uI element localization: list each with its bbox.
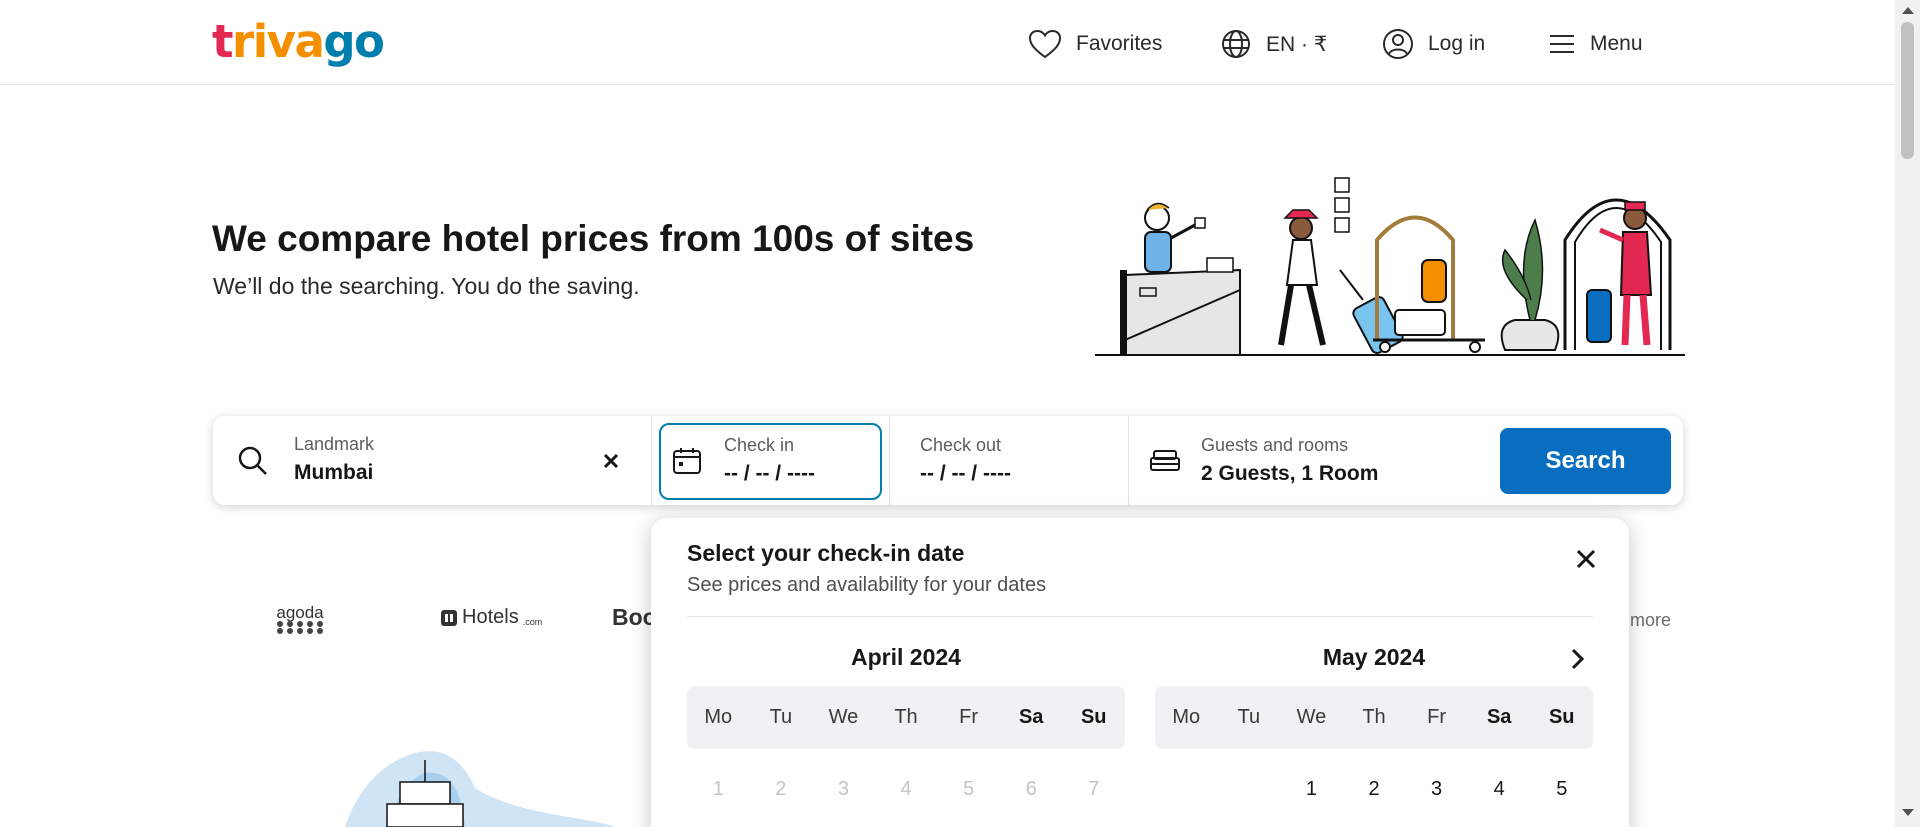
day-cell: 7 — [1088, 778, 1100, 800]
hotel-search-bar: Landmark Mumbai Check in -- / -- / ---- … — [213, 416, 1683, 505]
day-cell: 3 — [837, 778, 849, 800]
partner-logo-hotels-com: Hotels .com — [440, 606, 542, 629]
checkout-field[interactable]: Check out -- / -- / ---- — [890, 416, 1120, 505]
bed-icon — [1150, 450, 1180, 471]
login-button[interactable]: Log in — [1382, 24, 1485, 64]
user-icon — [1383, 29, 1413, 59]
guests-rooms-value: 2 Guests, 1 Room — [1201, 462, 1379, 485]
guests-rooms-label: Guests and rooms — [1201, 435, 1349, 455]
calendar-icon — [673, 448, 701, 474]
clear-destination-icon[interactable] — [602, 452, 620, 470]
destination-field[interactable]: Landmark Mumbai — [213, 416, 651, 505]
hotels-com-icon — [441, 609, 457, 626]
day-row: 1 2 3 4 5 6 7 — [687, 769, 1125, 809]
globe-icon — [1222, 30, 1250, 58]
guests-rooms-field[interactable]: Guests and rooms 2 Guests, 1 Room — [1129, 416, 1489, 505]
day-cell: 4 — [900, 778, 912, 800]
day-cell — [1218, 769, 1281, 809]
menu-button[interactable]: Menu — [1548, 24, 1643, 64]
hotel-reception-illustration — [1095, 177, 1685, 356]
day-cell[interactable]: 4 — [1468, 769, 1531, 809]
checkin-value: -- / -- / ---- — [724, 462, 815, 485]
search-button[interactable]: Search — [1500, 428, 1671, 494]
chevron-right-icon[interactable] — [1565, 646, 1591, 672]
divider — [651, 416, 652, 505]
language-currency-button[interactable]: EN · ₹ — [1220, 24, 1327, 64]
calendar-month-april: April 2024 Mo Tu We Th Fr Sa Su 1 2 3 4 … — [687, 642, 1125, 809]
hamburger-menu-icon — [1550, 35, 1574, 53]
agoda-dots-icon — [277, 621, 323, 634]
top-header: trivago Favorites EN · ₹ Log in Menu — [0, 0, 1895, 85]
checkin-datepicker-popup: Select your check-in date See prices and… — [651, 518, 1629, 827]
month-title: May 2024 — [1322, 644, 1426, 670]
close-icon[interactable] — [1571, 544, 1601, 574]
month-title: April 2024 — [851, 644, 961, 670]
calendar-month-may: May 2024 Mo Tu We Th Fr Sa Su 1 2 3 4 5 — [1155, 642, 1593, 809]
more-partners-link[interactable]: more — [1630, 610, 1671, 631]
heart-icon — [1028, 29, 1062, 59]
login-label: Log in — [1428, 32, 1486, 55]
day-cell[interactable]: 5 — [1530, 769, 1593, 809]
day-cell: 5 — [963, 778, 975, 800]
partner-logo-booking: Boo — [612, 604, 657, 630]
day-cell[interactable]: 1 — [1280, 769, 1343, 809]
datepicker-subtitle: See prices and availability for your dat… — [687, 574, 1047, 596]
checkout-value: -- / -- / ---- — [920, 462, 1011, 485]
language-label: EN · ₹ — [1266, 32, 1328, 56]
favorites-label: Favorites — [1076, 32, 1163, 55]
trivago-logo[interactable]: trivago — [212, 16, 385, 68]
day-cell — [1155, 769, 1218, 809]
day-cell: 1 — [712, 778, 724, 800]
menu-label: Menu — [1590, 32, 1643, 55]
page: trivago Favorites EN · ₹ Log in Menu We … — [0, 0, 1920, 827]
destination-label: Landmark — [294, 434, 375, 454]
day-cell: 6 — [1025, 778, 1037, 800]
hero-subtitle: We’ll do the searching. You do the savin… — [213, 273, 640, 299]
scroll-up-arrow-icon[interactable] — [1902, 7, 1914, 14]
map-illustration — [345, 751, 615, 827]
day-cell[interactable]: 2 — [1343, 769, 1406, 809]
checkout-label: Check out — [920, 435, 1002, 455]
favorites-button[interactable]: Favorites — [1028, 24, 1162, 64]
checkin-label: Check in — [724, 435, 795, 455]
day-cell: 2 — [775, 778, 787, 800]
hero-title: We compare hotel prices from 100s of sit… — [212, 218, 975, 259]
datepicker-title: Select your check-in date — [687, 540, 965, 566]
weekday-header: Mo Tu We Th Fr Sa Su — [687, 686, 1125, 749]
divider — [687, 616, 1593, 617]
checkin-field[interactable]: Check in -- / -- / ---- — [659, 416, 882, 505]
scrollbar-thumb[interactable] — [1901, 22, 1914, 159]
day-cell[interactable]: 3 — [1405, 769, 1468, 809]
weekday-header: Mo Tu We Th Fr Sa Su — [1155, 686, 1593, 749]
page-scrollbar[interactable] — [1895, 0, 1920, 827]
partner-logo-agoda: agoda — [276, 604, 324, 636]
destination-value[interactable]: Mumbai — [294, 461, 373, 485]
search-icon — [238, 446, 267, 475]
scroll-down-arrow-icon[interactable] — [1902, 809, 1914, 816]
day-row: 1 2 3 4 5 — [1155, 769, 1593, 809]
